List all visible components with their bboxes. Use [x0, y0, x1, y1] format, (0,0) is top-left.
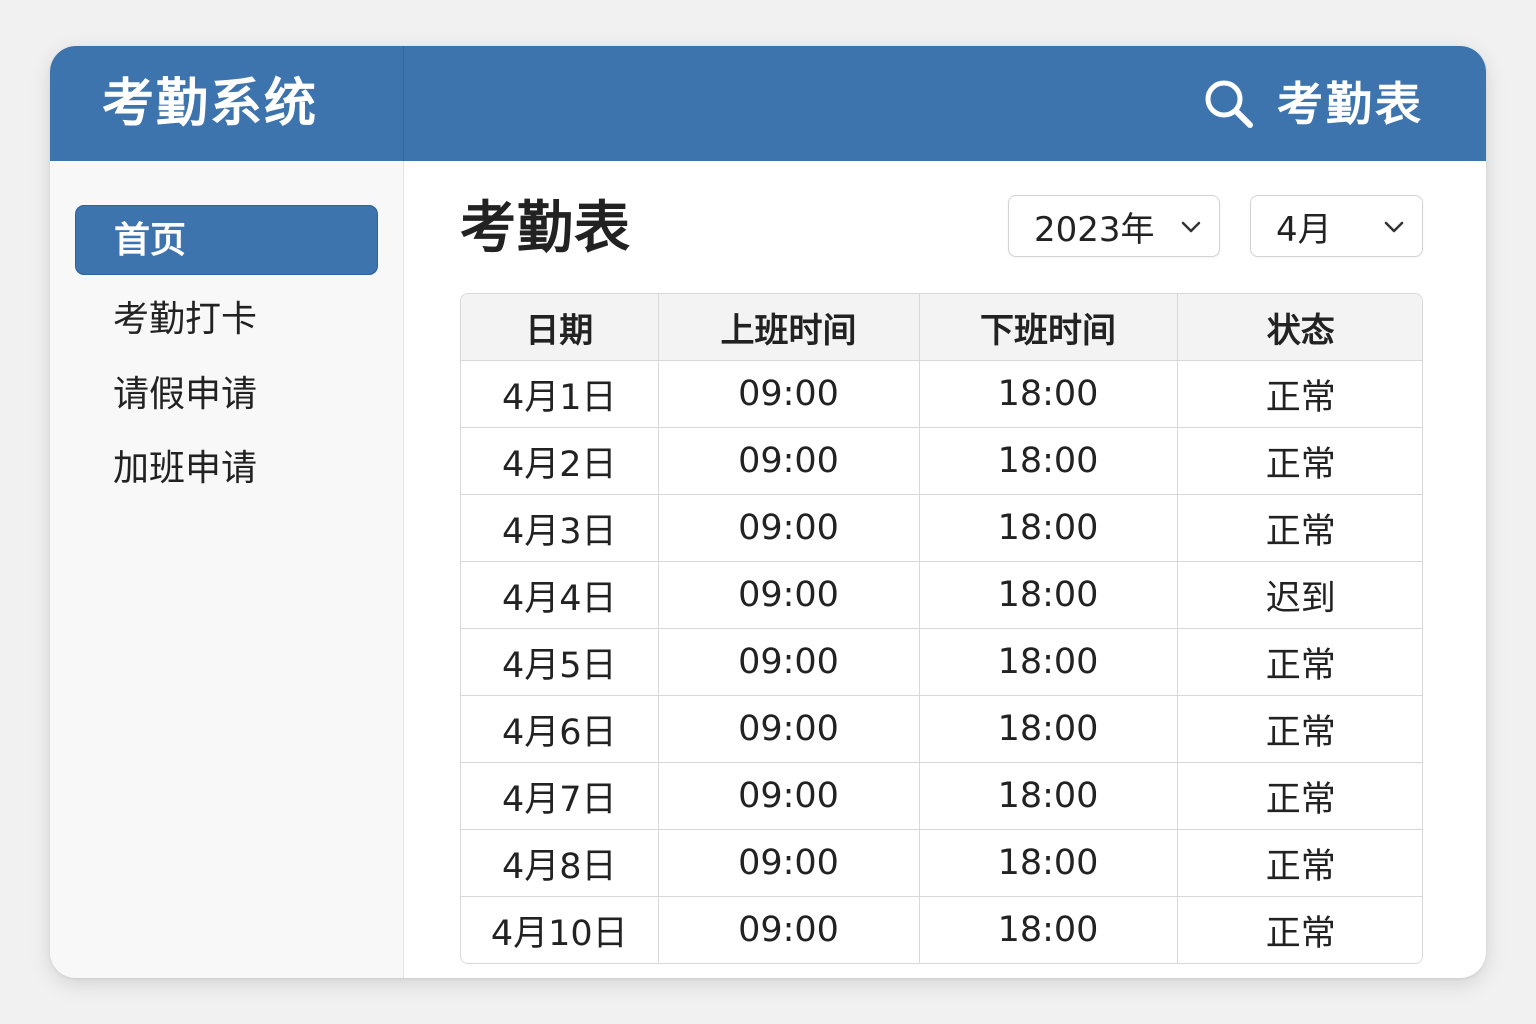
cell-status: 正常: [1176, 427, 1422, 495]
cell-status: 正常: [1176, 360, 1422, 428]
cell-clock-in: 09:00: [657, 896, 920, 963]
cell-date: 4月7日: [461, 762, 659, 830]
cell-date: 4月1日: [461, 360, 659, 428]
table-row: 4月10日 09:00 18:00 正常: [461, 896, 1422, 963]
cell-status: 迟到: [1176, 561, 1422, 629]
sidebar-item-leave-request[interactable]: 请假申请: [75, 360, 378, 430]
cell-status: 正常: [1176, 494, 1422, 562]
table-header-row: 日期 上班时间 下班时间 状态: [461, 294, 1422, 361]
table-row: 4月8日 09:00 18:00 正常: [461, 829, 1422, 897]
sidebar: 首页 考勤打卡 请假申请 加班申请: [50, 161, 404, 978]
cell-clock-in: 09:00: [657, 360, 920, 428]
header-divider: [403, 46, 404, 161]
cell-status: 正常: [1176, 628, 1422, 696]
table-row: 4月4日 09:00 18:00 迟到: [461, 561, 1422, 629]
cell-status: 正常: [1176, 829, 1422, 897]
app-window: 考勤系统 考勤表 首页 考勤打卡 请假申请 加班申请 考勤表 2023年 4月: [50, 46, 1486, 978]
cell-clock-in: 09:00: [657, 829, 920, 897]
chevron-down-icon: [1384, 221, 1404, 233]
header-attendance-link[interactable]: 考勤表: [1277, 74, 1424, 134]
table-row: 4月6日 09:00 18:00 正常: [461, 695, 1422, 763]
column-header-status: 状态: [1176, 294, 1422, 361]
cell-clock-out: 18:00: [918, 494, 1178, 562]
cell-date: 4月10日: [461, 896, 659, 963]
search-icon[interactable]: [1203, 78, 1255, 130]
sidebar-item-clock-in[interactable]: 考勤打卡: [75, 285, 378, 355]
cell-clock-in: 09:00: [657, 695, 920, 763]
year-select[interactable]: 2023年: [1008, 195, 1220, 257]
table-row: 4月1日 09:00 18:00 正常: [461, 360, 1422, 428]
cell-status: 正常: [1176, 896, 1422, 963]
cell-date: 4月3日: [461, 494, 659, 562]
table-row: 4月7日 09:00 18:00 正常: [461, 762, 1422, 830]
cell-clock-out: 18:00: [918, 695, 1178, 763]
cell-clock-out: 18:00: [918, 896, 1178, 963]
table-row: 4月5日 09:00 18:00 正常: [461, 628, 1422, 696]
cell-status: 正常: [1176, 762, 1422, 830]
cell-date: 4月6日: [461, 695, 659, 763]
attendance-table: 日期 上班时间 下班时间 状态 4月1日 09:00 18:00 正常 4月2日: [460, 293, 1423, 964]
column-header-clock-out: 下班时间: [918, 294, 1178, 361]
main-content: 考勤表 2023年 4月 日期 上班时间 下班时间 状态 4月1日 09:00 …: [404, 161, 1486, 978]
column-header-clock-in: 上班时间: [657, 294, 920, 361]
cell-date: 4月4日: [461, 561, 659, 629]
sidebar-item-overtime-request[interactable]: 加班申请: [75, 434, 378, 504]
year-select-value: 2023年: [1034, 209, 1155, 250]
chevron-down-icon: [1181, 221, 1201, 233]
month-select-value: 4月: [1276, 209, 1332, 250]
table-row: 4月2日 09:00 18:00 正常: [461, 427, 1422, 495]
cell-clock-out: 18:00: [918, 360, 1178, 428]
cell-clock-out: 18:00: [918, 628, 1178, 696]
column-header-date: 日期: [461, 294, 659, 361]
cell-date: 4月8日: [461, 829, 659, 897]
cell-clock-out: 18:00: [918, 829, 1178, 897]
cell-date: 4月2日: [461, 427, 659, 495]
cell-clock-in: 09:00: [657, 762, 920, 830]
cell-date: 4月5日: [461, 628, 659, 696]
app-header: 考勤系统 考勤表: [50, 46, 1486, 161]
cell-clock-in: 09:00: [657, 494, 920, 562]
cell-status: 正常: [1176, 695, 1422, 763]
cell-clock-out: 18:00: [918, 561, 1178, 629]
table-row: 4月3日 09:00 18:00 正常: [461, 494, 1422, 562]
cell-clock-in: 09:00: [657, 427, 920, 495]
app-title: 考勤系统: [102, 74, 319, 134]
cell-clock-out: 18:00: [918, 762, 1178, 830]
cell-clock-in: 09:00: [657, 628, 920, 696]
header-actions: 考勤表: [1203, 72, 1424, 136]
cell-clock-in: 09:00: [657, 561, 920, 629]
cell-clock-out: 18:00: [918, 427, 1178, 495]
page-title: 考勤表: [460, 196, 631, 261]
sidebar-item-home[interactable]: 首页: [75, 205, 378, 275]
month-select[interactable]: 4月: [1250, 195, 1423, 257]
